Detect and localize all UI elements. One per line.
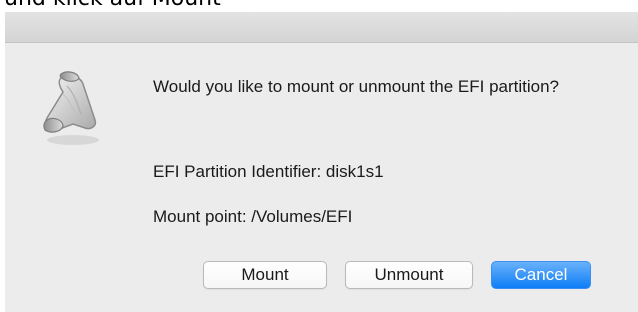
unmount-button[interactable]: Unmount [345,261,473,289]
mount-efi-dialog: Would you like to mount or unmount the E… [5,12,638,312]
page-caption: und klick auf Mount [4,0,221,12]
mount-button[interactable]: Mount [203,261,327,289]
dialog-message: Would you like to mount or unmount the E… [153,77,560,96]
page-caption-strip: und klick auf Mount [0,0,638,12]
partition-identifier-text: EFI Partition Identifier: disk1s1 [153,162,384,181]
dialog-titlebar[interactable] [5,12,638,43]
script-scroll-icon [43,71,99,145]
mount-point-text: Mount point: /Volumes/EFI [153,207,353,226]
cancel-button[interactable]: Cancel [491,261,591,289]
